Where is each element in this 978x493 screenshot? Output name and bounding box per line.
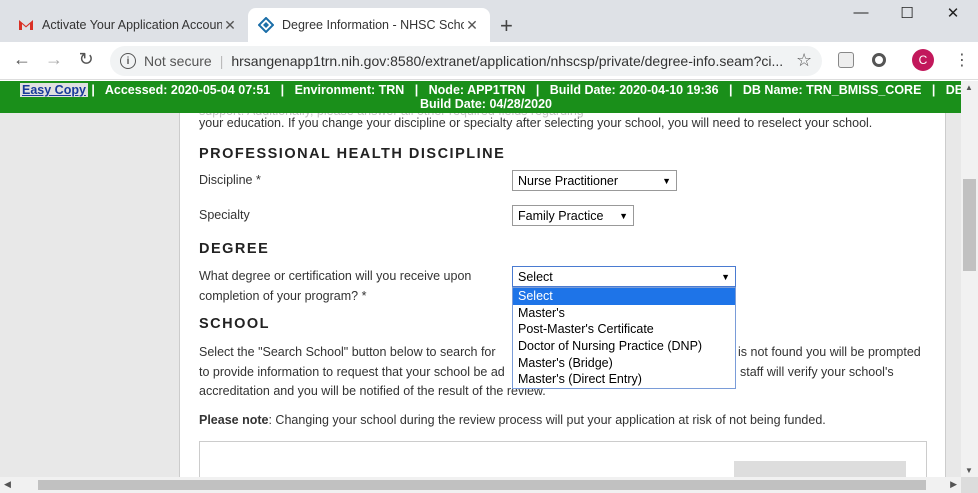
discipline-select[interactable]: Nurse Practitioner ▼ <box>512 170 677 191</box>
dropdown-option[interactable]: Select <box>513 288 735 305</box>
url-text[interactable]: hrsangenapp1trn.nih.gov:8580/extranet/ap… <box>231 53 791 69</box>
browser-toolbar: ← → ↻ i Not secure | hrsangenapp1trn.nih… <box>0 42 978 80</box>
discipline-heading: PROFESSIONAL HEALTH DISCIPLINE <box>199 146 506 162</box>
degree-value: Select <box>518 269 553 284</box>
tab-gmail[interactable]: Activate Your Application Accoun ✕ <box>8 8 248 42</box>
scroll-down-icon[interactable]: ▼ <box>965 466 973 475</box>
specialty-label: Specialty <box>199 208 250 222</box>
degree-question-line1: What degree or certification will you re… <box>199 269 472 283</box>
easy-copy-link[interactable]: Easy Copy <box>20 83 88 97</box>
scroll-right-icon[interactable]: ▶ <box>950 479 957 490</box>
note-label: Please note <box>199 413 269 427</box>
degree-heading: DEGREE <box>199 241 270 257</box>
tab-strip: Activate Your Application Accoun ✕ Degre… <box>0 0 978 42</box>
tab-title: Degree Information - NHSC Scho <box>282 18 464 32</box>
chevron-down-icon: ▼ <box>619 210 628 221</box>
build-date: Build Date: 04/28/2020 <box>420 97 553 111</box>
tab-degree-information[interactable]: Degree Information - NHSC Scho ✕ <box>248 8 490 42</box>
degree-question-line2: completion of your program? * <box>199 289 367 303</box>
school-text-line3: accreditation and you will be notified o… <box>199 384 546 398</box>
specialty-select[interactable]: Family Practice ▼ <box>512 205 634 226</box>
extension-icon[interactable] <box>838 52 854 68</box>
extension-circle-icon[interactable] <box>872 53 886 67</box>
chevron-down-icon: ▼ <box>662 175 671 186</box>
back-arrow-icon[interactable]: ← <box>10 49 34 70</box>
forward-arrow-icon[interactable]: → <box>42 49 66 70</box>
vertical-scrollbar[interactable]: ▲ ▼ <box>961 81 978 477</box>
scrollbar-thumb[interactable] <box>38 480 926 490</box>
search-school-button[interactable] <box>734 461 906 477</box>
dropdown-option[interactable]: Master's <box>513 305 735 322</box>
scrollbar-thumb[interactable] <box>963 179 976 271</box>
degree-select[interactable]: Select ▼ <box>512 266 736 287</box>
reload-icon[interactable]: ↻ <box>74 49 98 70</box>
separator: | <box>219 53 224 69</box>
school-heading: SCHOOL <box>199 316 271 332</box>
dropdown-option[interactable]: Master's (Direct Entry) <box>513 371 735 388</box>
gmail-icon <box>18 17 34 33</box>
school-text-line1-left: Select the "Search School" button below … <box>199 345 496 359</box>
specialty-value: Family Practice <box>518 208 604 223</box>
school-text-line2-left: to provide information to request that y… <box>199 365 505 379</box>
school-text-line2-right: staff will verify your school's <box>740 365 894 379</box>
scrollbar-corner <box>961 477 978 493</box>
horizontal-scrollbar[interactable]: ◀ ▶ <box>0 477 961 493</box>
dropdown-option[interactable]: Post-Master's Certificate <box>513 321 735 338</box>
tab-title: Activate Your Application Accoun <box>42 18 222 32</box>
close-window-button[interactable]: ✕ <box>930 4 976 22</box>
minimize-button[interactable]: — <box>838 4 884 21</box>
security-label: Not secure <box>144 53 212 69</box>
dropdown-option[interactable]: Master's (Bridge) <box>513 355 735 372</box>
discipline-label: Discipline * <box>199 173 261 187</box>
info-icon[interactable]: i <box>120 53 136 69</box>
bookmark-star-icon[interactable]: ☆ <box>796 50 812 71</box>
close-tab-icon[interactable]: ✕ <box>464 17 480 34</box>
new-tab-button[interactable]: + <box>500 13 513 39</box>
environment-bar: Easy Copy | Accessed: 2020-05-04 07:51 |… <box>0 81 961 113</box>
environment-info: | Accessed: 2020-05-04 07:51 | Environme… <box>91 83 961 97</box>
school-text-line1-right: is not found you will be prompted <box>738 345 921 359</box>
please-note: Please note: Changing your school during… <box>199 410 826 430</box>
scroll-up-icon[interactable]: ▲ <box>965 83 973 92</box>
nhsc-icon <box>258 17 274 33</box>
scroll-left-icon[interactable]: ◀ <box>4 479 11 490</box>
address-bar[interactable]: i Not secure | hrsangenapp1trn.nih.gov:8… <box>110 46 822 76</box>
note-text: : Changing your school during the review… <box>268 413 826 427</box>
chevron-down-icon: ▼ <box>721 271 730 282</box>
maximize-button[interactable]: ☐ <box>884 4 930 22</box>
dropdown-option[interactable]: Doctor of Nursing Practice (DNP) <box>513 338 735 355</box>
profile-avatar[interactable]: C <box>912 49 934 71</box>
kebab-menu-icon[interactable]: ⋮ <box>954 50 970 70</box>
page-viewport: Easy Copy | Accessed: 2020-05-04 07:51 |… <box>0 81 961 477</box>
close-tab-icon[interactable]: ✕ <box>222 17 238 34</box>
discipline-value: Nurse Practitioner <box>518 173 619 188</box>
degree-dropdown-list: Select Master's Post-Master's Certificat… <box>512 287 736 390</box>
